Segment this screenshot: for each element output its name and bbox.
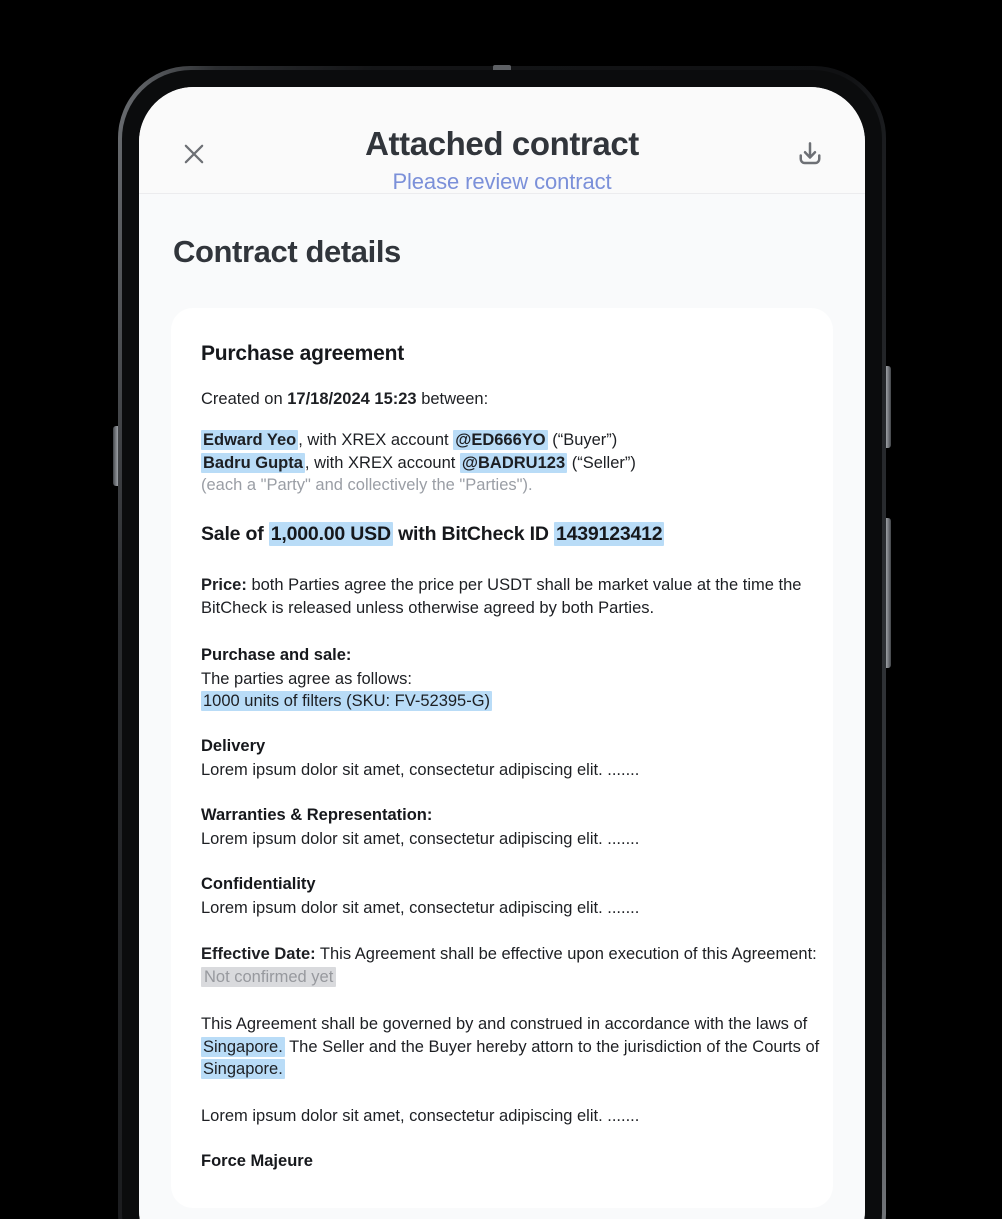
screenshot-stage: Attached contract Please review contract: [0, 0, 1002, 1219]
cut-off-section-heading: Force Majeure: [201, 1152, 313, 1171]
download-button[interactable]: [789, 133, 831, 175]
sale-mid: with BitCheck ID: [392, 523, 554, 546]
buyer-account: @ED666YO: [453, 429, 548, 450]
governing-law-line-2: Singapore. The Seller and the Buyer here…: [201, 1036, 819, 1059]
buyer-line: Edward Yeo, with XREX account @ED666YO (…: [201, 429, 803, 452]
section-delivery: Delivery Lorem ipsum dolor sit amet, con…: [201, 737, 803, 782]
page-title: Attached contract: [365, 125, 639, 162]
seller-account: @BADRU123: [459, 452, 568, 473]
buyer-mid: , with XREX account: [298, 430, 454, 449]
close-button[interactable]: [173, 133, 215, 175]
section-title: Contract details: [173, 234, 401, 269]
section-warranties: Warranties & Representation: Lorem ipsum…: [201, 806, 803, 851]
section-body: Lorem ipsum dolor sit amet, consectetur …: [201, 761, 640, 780]
created-suffix: between:: [416, 390, 489, 408]
buyer-name: Edward Yeo: [201, 429, 299, 450]
governing-law-section: This Agreement shall be governed by and …: [201, 1013, 819, 1081]
sale-amount: 1,000.00 USD: [268, 522, 393, 547]
section-heading: Confidentiality: [201, 874, 316, 893]
seller-name: Badru Gupta: [201, 452, 305, 473]
purchase-and-sale-item: 1000 units of filters (SKU: FV-52395-G): [201, 691, 493, 712]
phone-screen: Attached contract Please review contract: [139, 87, 865, 1219]
contract-card: Purchase agreement Created on 17/18/2024…: [171, 308, 833, 1208]
parties-note: (each a "Party" and collectively the "Pa…: [201, 476, 533, 495]
created-prefix: Created on: [201, 390, 288, 408]
app-header: Attached contract Please review contract: [139, 87, 865, 194]
sale-prefix: Sale of: [201, 523, 269, 546]
governing-law-text-2: The Seller and the Buyer hereby attorn t…: [284, 1037, 820, 1056]
effective-date-section: Effective Date: This Agreement shall be …: [201, 943, 817, 989]
closing-paragraph-section: Lorem ipsum dolor sit amet, consectetur …: [201, 1105, 803, 1128]
status-badge: Not confirmed yet: [201, 967, 337, 988]
buyer-role: (“Buyer”): [547, 430, 618, 449]
purchase-and-sale-item-wrap: 1000 units of filters (SKU: FV-52395-G): [201, 690, 803, 713]
governing-law-line-1: This Agreement shall be governed by and …: [201, 1014, 808, 1033]
price-paragraph: Price: both Parties agree the price per …: [201, 574, 803, 620]
bitcheck-id: 1439123412: [553, 522, 665, 547]
seller-mid: , with XREX account: [304, 453, 460, 472]
section-confidentiality: Confidentiality Lorem ipsum dolor sit am…: [201, 875, 803, 920]
effective-date-label: Effective Date:: [201, 945, 316, 964]
price-text: both Parties agree the price per USDT sh…: [201, 576, 802, 617]
header-row: Attached contract Please review contract: [173, 125, 831, 194]
effective-date-line: Effective Date: This Agreement shall be …: [201, 943, 817, 966]
seller-role: (“Seller”): [567, 453, 636, 472]
download-icon: [799, 142, 821, 165]
created-on-line: Created on 17/18/2024 15:23 between:: [201, 388, 803, 411]
mute-switch[interactable]: [113, 426, 118, 486]
app-body[interactable]: Contract details Purchase agreement Crea…: [139, 194, 865, 1219]
purchase-and-sale-section: Purchase and sale: The parties agree as …: [201, 646, 803, 714]
volume-button[interactable]: [886, 366, 891, 448]
jurisdiction-second: Singapore.: [201, 1059, 285, 1080]
purchase-and-sale-intro: The parties agree as follows:: [201, 669, 412, 688]
governing-law-line-3: Singapore.: [201, 1058, 803, 1081]
price-label: Price:: [201, 576, 247, 595]
header-subtitle: Please review contract: [392, 168, 612, 194]
purchase-and-sale-label: Purchase and sale:: [201, 645, 352, 664]
effective-date-status-wrap: Not confirmed yet: [201, 966, 803, 989]
sale-line: Sale of 1,000.00 USD with BitCheck ID 14…: [201, 522, 803, 547]
section-body: Lorem ipsum dolor sit amet, consectetur …: [201, 829, 640, 848]
section-heading: Warranties & Representation:: [201, 805, 433, 824]
effective-date-text: This Agreement shall be effective upon e…: [315, 945, 817, 964]
closing-paragraph: Lorem ipsum dolor sit amet, consectetur …: [201, 1107, 640, 1126]
phone-frame: Attached contract Please review contract: [113, 65, 891, 1219]
phone-bezel: Attached contract Please review contract: [122, 70, 882, 1219]
seller-line: Badru Gupta, with XREX account @BADRU123…: [201, 452, 803, 475]
power-button[interactable]: [886, 518, 891, 668]
header-title-block: Attached contract Please review contract: [173, 125, 831, 195]
section-body: Lorem ipsum dolor sit amet, consectetur …: [201, 898, 640, 917]
close-icon: [184, 144, 204, 164]
contract-title: Purchase agreement: [201, 342, 404, 365]
section-heading: Delivery: [201, 737, 266, 756]
created-datetime: 17/18/2024 15:23: [287, 390, 417, 408]
jurisdiction-first: Singapore.: [201, 1036, 285, 1057]
